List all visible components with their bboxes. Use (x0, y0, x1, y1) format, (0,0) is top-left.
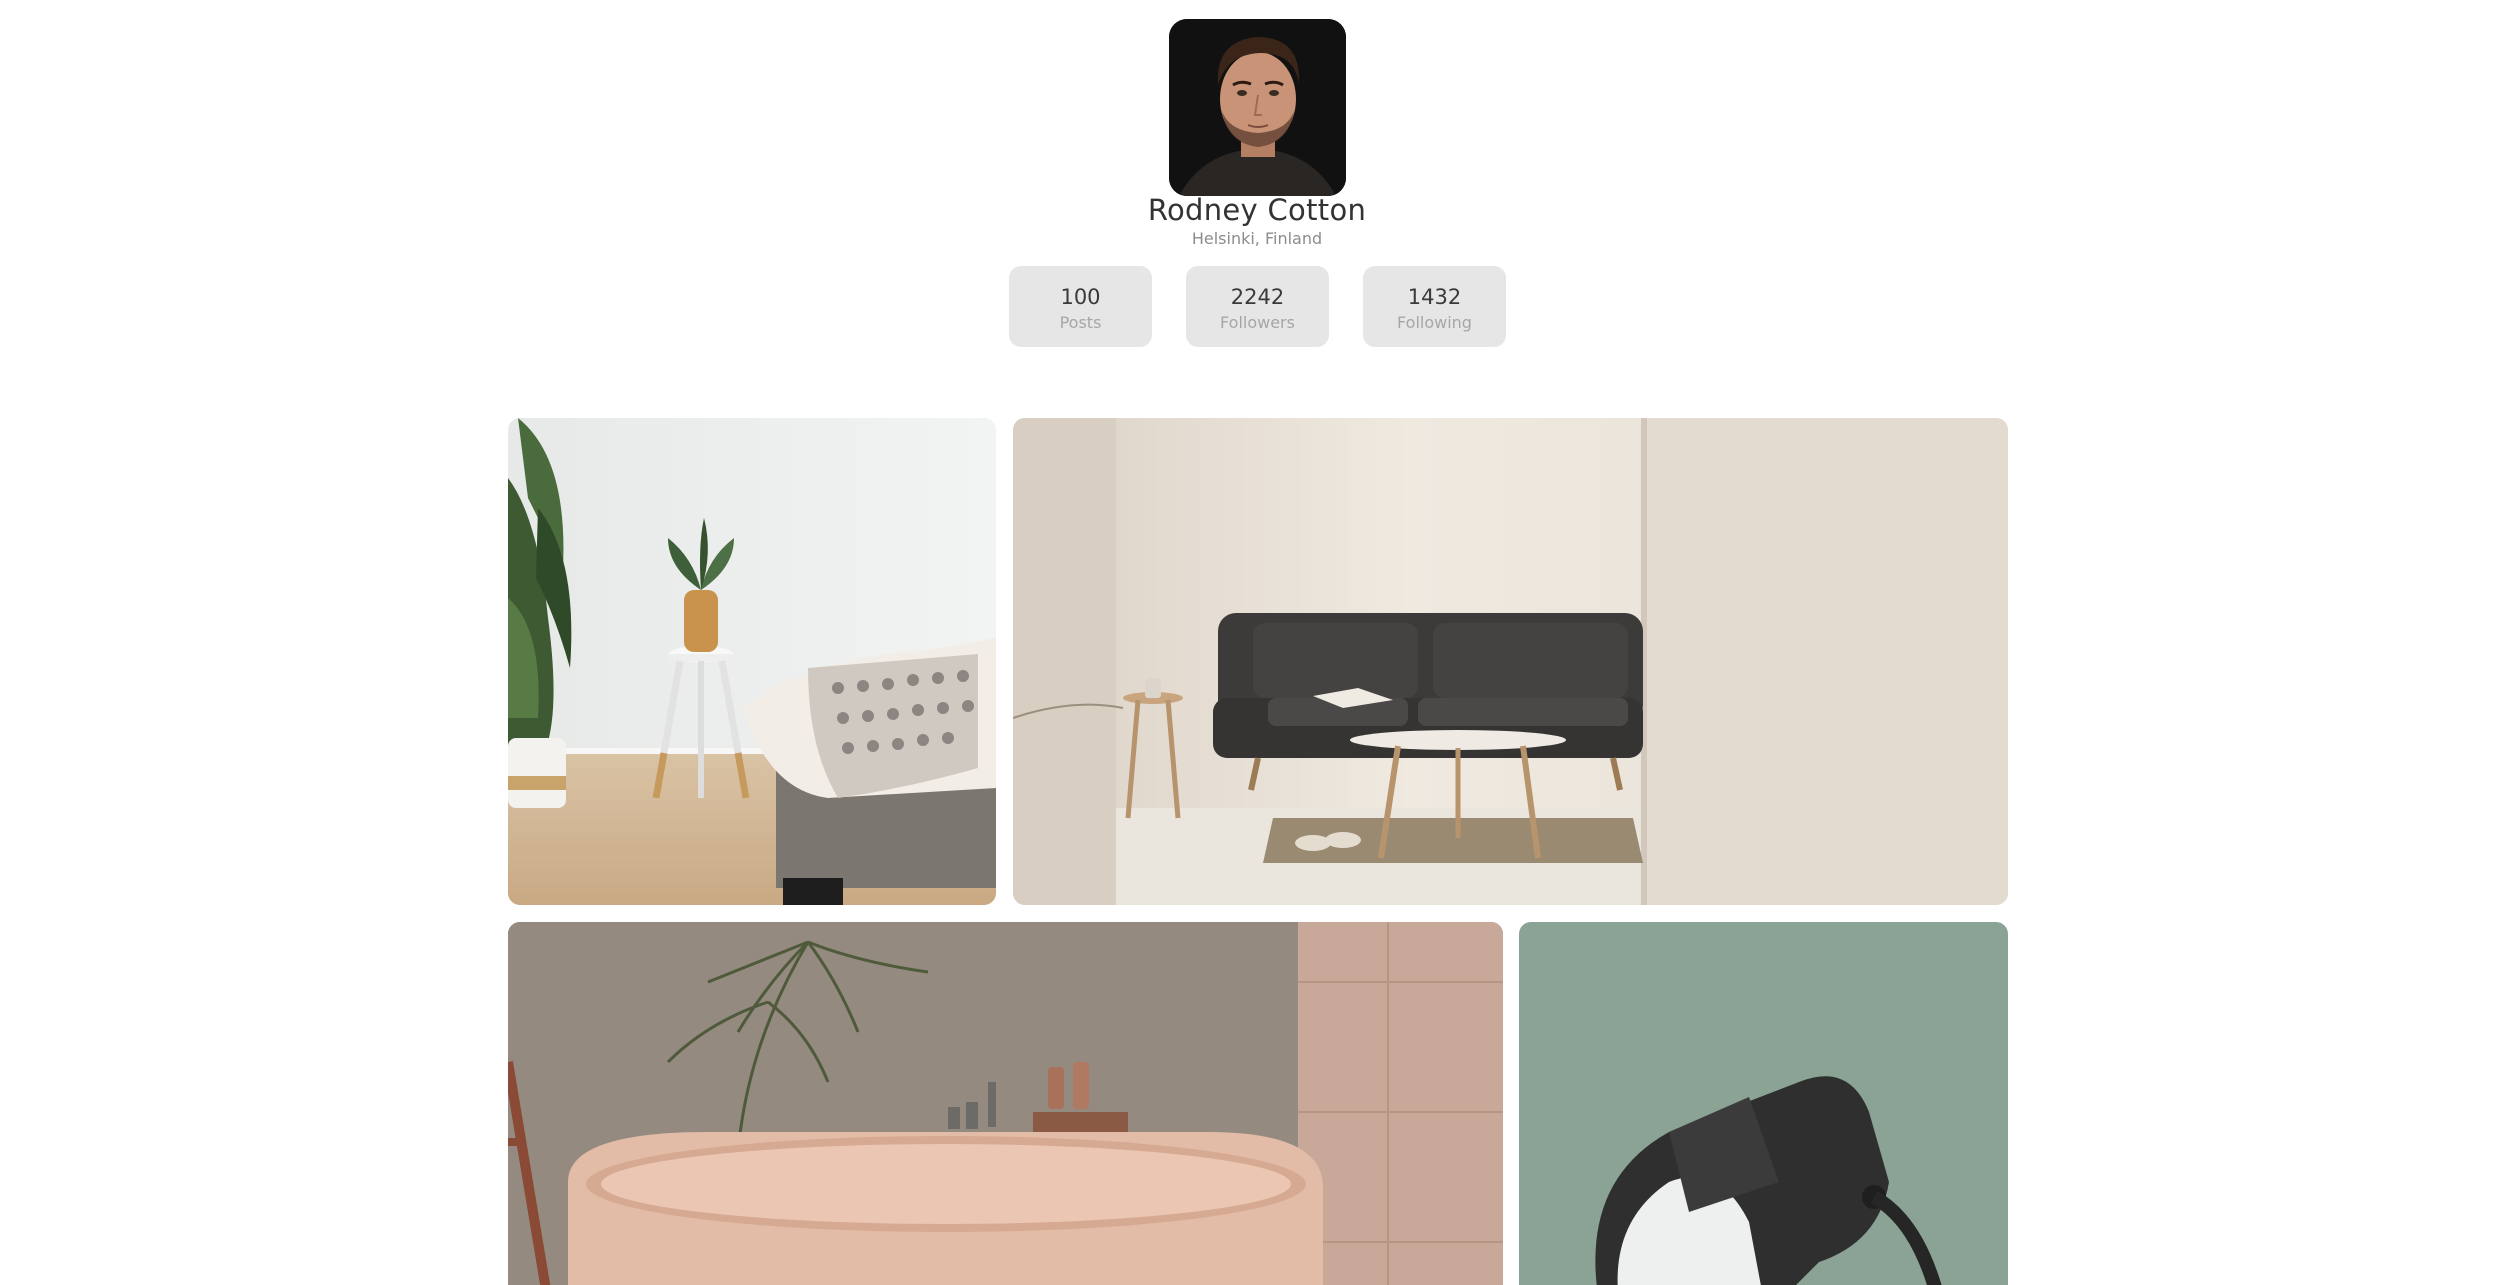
stat-followers[interactable]: 2242 Followers (1186, 266, 1329, 347)
bathroom-image (508, 922, 1503, 1285)
lamp-image (1519, 922, 2008, 1285)
gallery-photo-bathroom[interactable] (508, 922, 1503, 1285)
stat-posts[interactable]: 100 Posts (1009, 266, 1152, 347)
stat-following-label: Following (1397, 313, 1472, 332)
profile-avatar[interactable] (1169, 19, 1346, 196)
avatar-portrait-image (1169, 19, 1346, 196)
living-room-image (1013, 418, 2008, 905)
stat-following-value: 1432 (1407, 285, 1462, 309)
stat-following[interactable]: 1432 Following (1363, 266, 1506, 347)
stat-posts-value: 100 (1060, 285, 1101, 309)
stat-posts-label: Posts (1059, 313, 1102, 332)
profile-page: Rodney Cotton Helsinki, Finland 100 Post… (0, 0, 2510, 1285)
gallery-photo-bedroom[interactable] (508, 418, 996, 905)
gallery-photo-living-room[interactable] (1013, 418, 2008, 905)
gallery-photo-lamp[interactable] (1519, 922, 2008, 1285)
stat-followers-label: Followers (1220, 313, 1295, 332)
profile-name: Rodney Cotton (1147, 193, 1367, 227)
bedroom-image (508, 418, 996, 905)
profile-stats: 100 Posts 2242 Followers 1432 Following (1009, 266, 1506, 347)
profile-location: Helsinki, Finland (1191, 229, 1323, 248)
stat-followers-value: 2242 (1230, 285, 1285, 309)
